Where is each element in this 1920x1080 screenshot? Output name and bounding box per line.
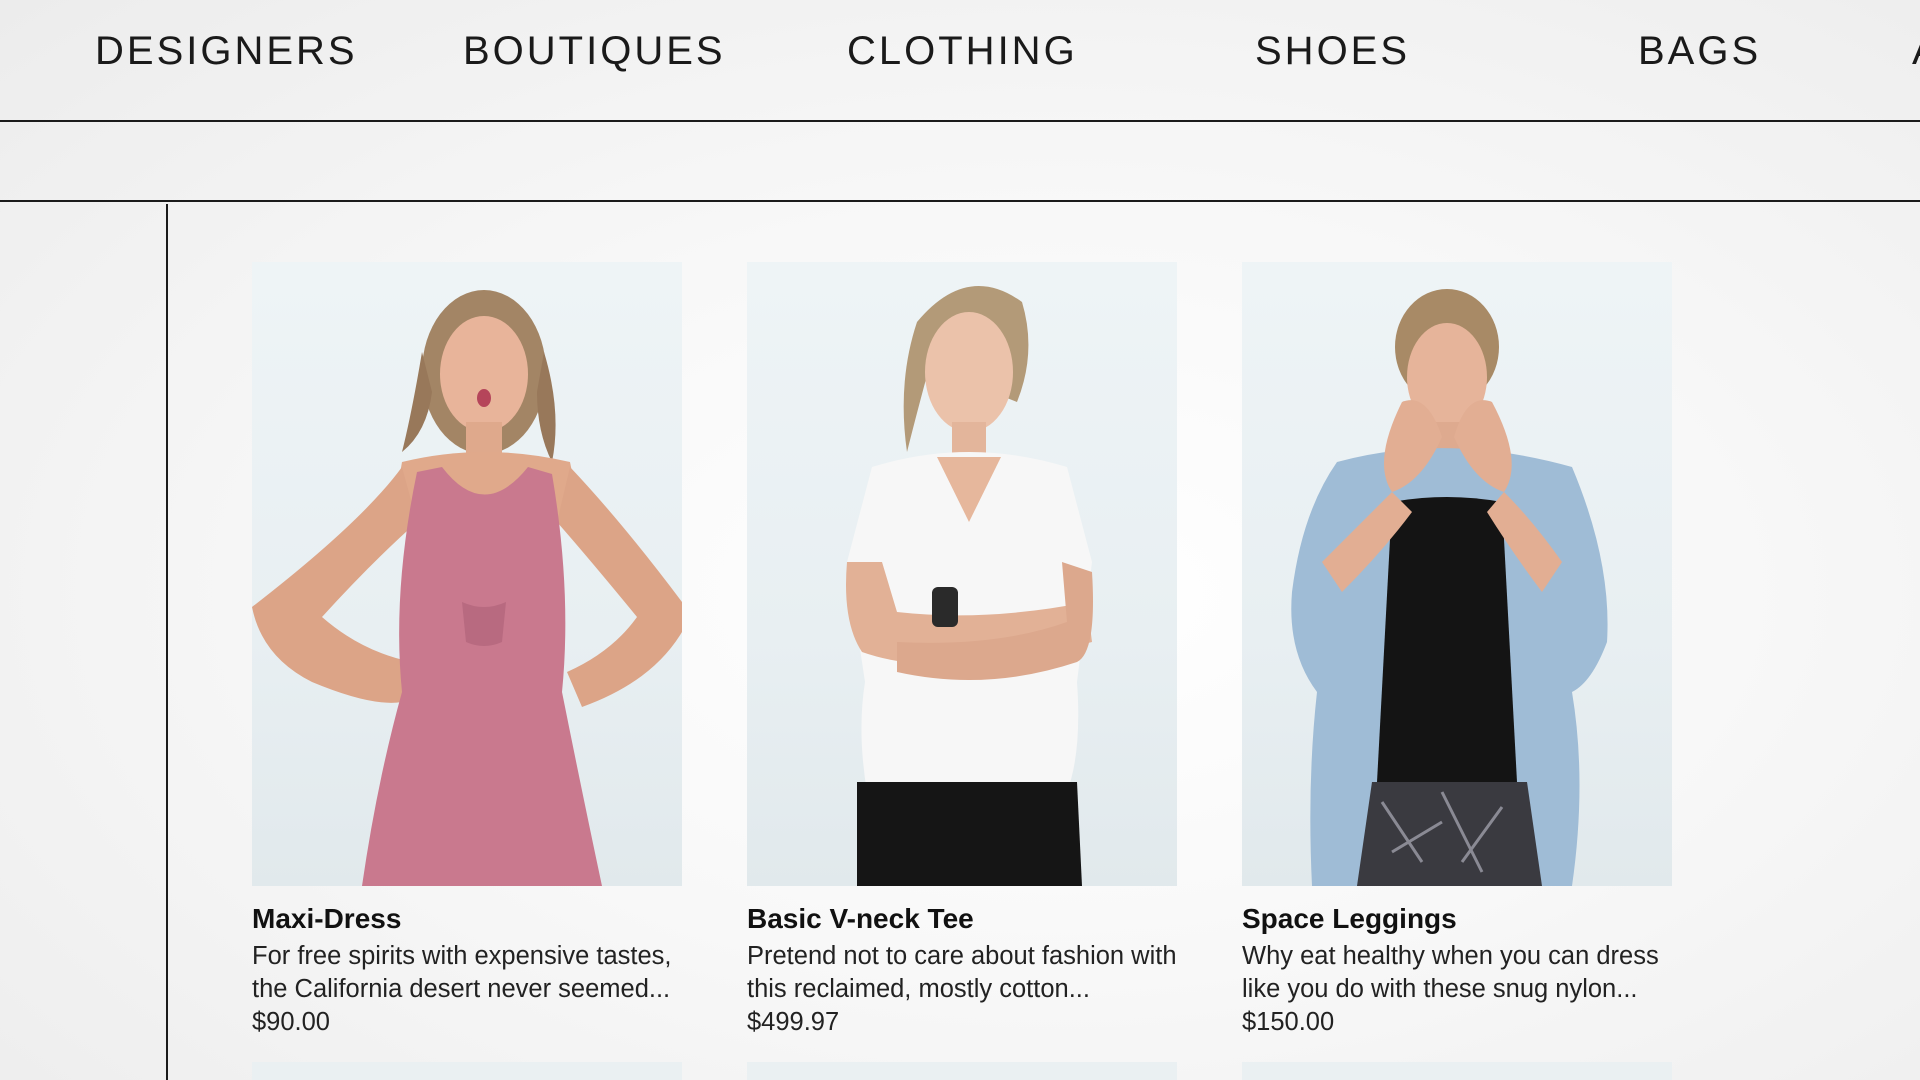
nav-boutiques[interactable]: BOUTIQUES (463, 26, 726, 76)
product-photo-woman-pink-dress (252, 290, 682, 886)
product-image[interactable] (1242, 262, 1672, 886)
product-card-next-row[interactable] (747, 1062, 1177, 1080)
product-title[interactable]: Basic V-neck Tee (747, 902, 1177, 936)
product-price: $150.00 (1242, 1008, 1335, 1036)
nav-shoes[interactable]: SHOES (1255, 26, 1410, 76)
product-description: Pretend not to care about fashion with t… (747, 942, 1177, 1003)
product-card-v-neck-tee[interactable]: Basic V-neck Tee Pretend not to care abo… (747, 262, 1177, 1039)
product-card-next-row[interactable] (1242, 1062, 1672, 1080)
sub-navigation-bar (0, 124, 1920, 202)
product-description: Why eat healthy when you can dress like … (1242, 942, 1659, 1003)
product-price: $499.97 (747, 1008, 840, 1036)
product-title[interactable]: Maxi-Dress (252, 902, 682, 936)
top-navigation: DESIGNERS BOUTIQUES CLOTHING SHOES BAGS … (0, 0, 1920, 122)
product-card-space-leggings[interactable]: Space Leggings Why eat healthy when you … (1242, 262, 1672, 1039)
product-image[interactable] (747, 262, 1177, 886)
product-image[interactable] (252, 262, 682, 886)
product-card-maxi-dress[interactable]: Maxi-Dress For free spirits with expensi… (252, 262, 682, 1039)
product-title[interactable]: Space Leggings (1242, 902, 1672, 936)
nav-cutoff-item[interactable]: A (1912, 26, 1920, 76)
product-photo-woman-white-tee (846, 286, 1093, 886)
shop-page: DESIGNERS BOUTIQUES CLOTHING SHOES BAGS … (0, 0, 1920, 1080)
product-description: For free spirits with expensive tastes, … (252, 942, 672, 1003)
nav-bags[interactable]: BAGS (1638, 26, 1761, 76)
filter-sidebar (0, 204, 168, 1080)
nav-designers[interactable]: DESIGNERS (95, 26, 358, 76)
nav-clothing[interactable]: CLOTHING (847, 26, 1078, 76)
product-card-next-row[interactable] (252, 1062, 682, 1080)
product-photo-woman-space-leggings (1291, 289, 1608, 886)
product-price: $90.00 (252, 1008, 330, 1036)
